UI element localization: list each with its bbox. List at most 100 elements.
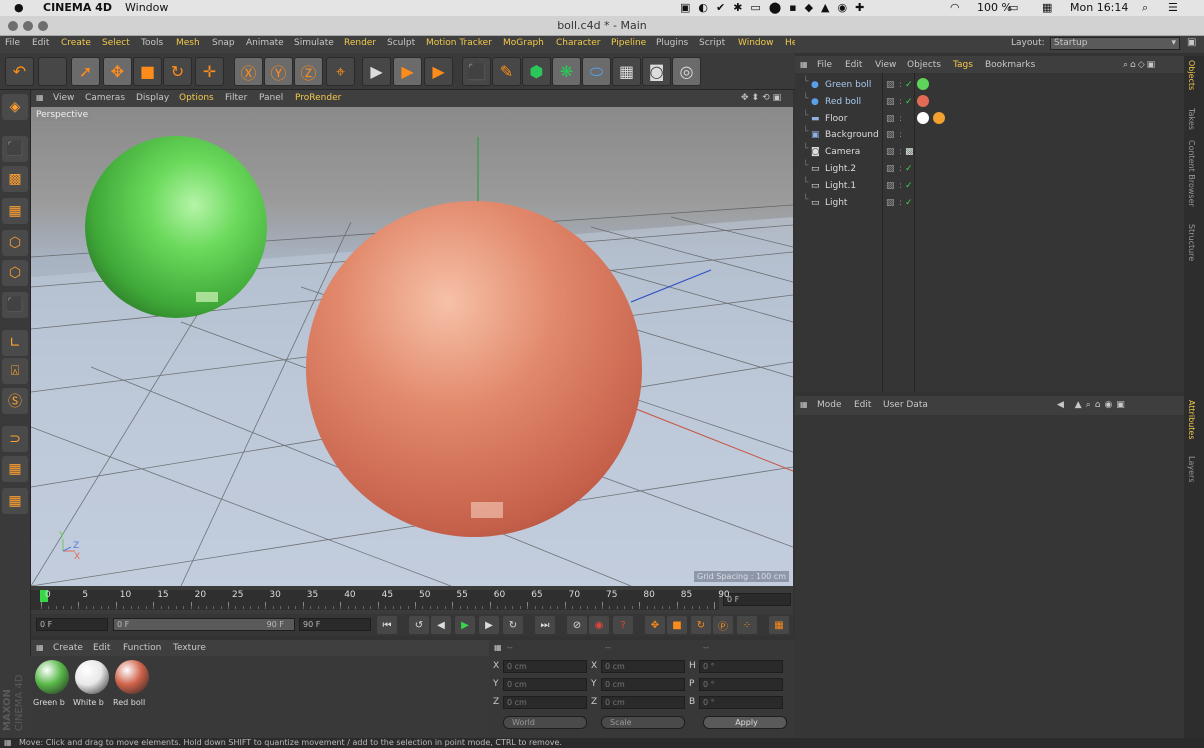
viewport-menu-panel[interactable]: Panel — [259, 93, 283, 103]
layout-select[interactable]: Startup ▾ — [1050, 37, 1180, 50]
menu-character[interactable]: Character — [556, 38, 600, 48]
record-off-icon[interactable]: ⊘ — [567, 616, 587, 634]
coord-size-select[interactable]: Scale — [601, 716, 685, 729]
restore-icon[interactable]: ▣ — [1187, 37, 1196, 48]
window-menu[interactable]: Window — [125, 1, 168, 14]
menu-render[interactable]: Render — [344, 38, 376, 48]
viewport-menu-view[interactable]: View — [53, 93, 74, 103]
magnet-icon[interactable]: ⊃ — [2, 426, 28, 452]
scale-icon[interactable]: ■ — [133, 57, 162, 86]
object-row[interactable]: └ ● Green boll ▨: ✓ — [795, 77, 1184, 94]
attribute-nav-icons[interactable]: ◀ ▲⌕⌂◉▣ — [1057, 400, 1129, 410]
material-tag-icon[interactable] — [917, 78, 929, 90]
key-pla-icon[interactable]: ⁘ — [737, 616, 757, 634]
enabled-check-icon[interactable]: ✓ — [905, 198, 913, 208]
viewport-nav-icons[interactable]: ✥⬍⟲▣ — [741, 93, 784, 103]
redo-icon[interactable] — [38, 57, 67, 86]
layer-icon[interactable]: ▨ — [886, 80, 895, 90]
side-tab-attributes[interactable]: Attributes — [1187, 400, 1196, 440]
deformer-icon[interactable]: ⬭ — [582, 57, 611, 86]
menu-snap[interactable]: Snap — [212, 38, 235, 48]
material-menu-function[interactable]: Function — [123, 643, 161, 653]
light-icon[interactable]: ◎ — [672, 57, 701, 86]
material-swatch[interactable]: Green b — [33, 660, 71, 712]
coord-field[interactable]: 0 cm — [601, 696, 685, 709]
undo-icon[interactable]: ↶ — [5, 57, 34, 86]
visibility-dots-icon[interactable]: : — [899, 147, 902, 157]
menu-animate[interactable]: Animate — [246, 38, 284, 48]
apple-icon[interactable]: ● — [14, 1, 24, 14]
subdivision-icon[interactable]: ⬢ — [522, 57, 551, 86]
layer-icon[interactable]: ▨ — [886, 130, 895, 140]
menu-edit[interactable]: Edit — [32, 38, 49, 48]
menu-select[interactable]: Select — [102, 38, 130, 48]
layer-icon[interactable]: ▨ — [886, 97, 895, 107]
render-tag-icon[interactable] — [933, 111, 945, 124]
side-tab-layers[interactable]: Layers — [1187, 456, 1196, 482]
viewport-menu-display[interactable]: Display — [136, 93, 169, 103]
key-param-icon[interactable]: Ⓟ — [713, 616, 733, 634]
visibility-dots-icon[interactable]: : — [899, 164, 902, 174]
enabled-check-icon[interactable]: ✓ — [905, 181, 913, 191]
record-icon[interactable]: ◉ — [589, 616, 609, 634]
protection-tag-icon[interactable]: ▩ — [905, 147, 914, 157]
attribute-menu-user-data[interactable]: User Data — [883, 400, 928, 410]
object-menu-objects[interactable]: Objects — [907, 60, 941, 70]
material-tag-icon[interactable] — [917, 111, 929, 124]
coord-field[interactable]: 0 ° — [699, 696, 783, 709]
visibility-dots-icon[interactable]: : — [899, 114, 902, 124]
solo-icon[interactable]: ▦ — [2, 488, 28, 514]
clock[interactable]: Mon 16:14 — [1070, 1, 1128, 14]
menu-motion-tracker[interactable]: Motion Tracker — [426, 38, 492, 48]
texture-mode-icon[interactable]: ▩ — [2, 166, 28, 192]
model-mode-icon[interactable]: ◈ — [2, 94, 28, 120]
x-axis-icon[interactable]: Ⓧ — [234, 57, 263, 86]
previous-key-icon[interactable]: ↺ — [409, 616, 429, 634]
menu-tools[interactable]: Tools — [141, 38, 163, 48]
object-menu-tags[interactable]: Tags — [953, 60, 973, 70]
workplane-lock-icon[interactable]: ▦ — [2, 456, 28, 482]
menu-file[interactable]: File — [5, 38, 20, 48]
apply-button[interactable]: Apply — [703, 716, 787, 729]
camera-icon[interactable]: ◙ — [642, 57, 671, 86]
coord-field[interactable]: 0 ° — [699, 660, 783, 673]
coord-field[interactable]: 0 cm — [601, 678, 685, 691]
material-menu-texture[interactable]: Texture — [173, 643, 206, 653]
play-icon[interactable]: ▶ — [455, 616, 475, 634]
render-view-icon[interactable]: ▶ — [362, 57, 391, 86]
side-tab-takes[interactable]: Takes — [1187, 108, 1196, 130]
viewport-menu-prorender[interactable]: ProRender — [295, 93, 341, 103]
visibility-dots-icon[interactable]: : — [899, 198, 902, 208]
menu-pipeline[interactable]: Pipeline — [611, 38, 646, 48]
enabled-check-icon[interactable]: ✓ — [905, 80, 913, 90]
visibility-dots-icon[interactable]: : — [899, 181, 902, 191]
coord-field[interactable]: 0 ° — [699, 678, 783, 691]
layer-icon[interactable]: ▨ — [886, 198, 895, 208]
menu-mograph[interactable]: MoGraph — [503, 38, 544, 48]
viewport-menu-filter[interactable]: Filter — [225, 93, 247, 103]
go-to-start-icon[interactable]: ⏮ — [377, 616, 397, 634]
coord-field[interactable]: 0 cm — [503, 678, 587, 691]
z-axis-icon[interactable]: Ⓩ — [294, 57, 323, 86]
rotate-icon[interactable]: ↻ — [163, 57, 192, 86]
enabled-check-icon[interactable]: ✓ — [905, 164, 913, 174]
coord-mode-select[interactable]: World — [503, 716, 587, 729]
material-tag-icon[interactable] — [917, 94, 929, 107]
viewport-menu-options[interactable]: Options — [179, 93, 214, 103]
key-scale-icon[interactable]: ■ — [667, 616, 687, 634]
menu-script[interactable]: Script — [699, 38, 725, 48]
render-picture-viewer-icon[interactable]: ▶ — [393, 57, 422, 86]
object-row[interactable]: └ ▭ Light.2 ▨: ✓ — [795, 161, 1184, 178]
end-frame-field[interactable]: 90 F — [299, 618, 371, 631]
coord-field[interactable]: 0 cm — [601, 660, 685, 673]
tweak-mode-icon[interactable]: ⍓ — [2, 358, 28, 384]
attribute-menu-mode[interactable]: Mode — [817, 400, 842, 410]
previous-frame-icon[interactable]: ◀ — [431, 616, 451, 634]
viewport[interactable]: Y XZ Perspective Grid Spacing : 100 cm — [31, 107, 793, 586]
autokey-icon[interactable]: ? — [613, 616, 633, 634]
select-icon[interactable]: ➚ — [71, 57, 100, 86]
floor-icon[interactable]: ▦ — [612, 57, 641, 86]
menu-window[interactable]: Window — [738, 38, 774, 48]
object-search-icons[interactable]: ⌕⌂◇▣ — [1123, 60, 1157, 70]
menu-simulate[interactable]: Simulate — [294, 38, 334, 48]
